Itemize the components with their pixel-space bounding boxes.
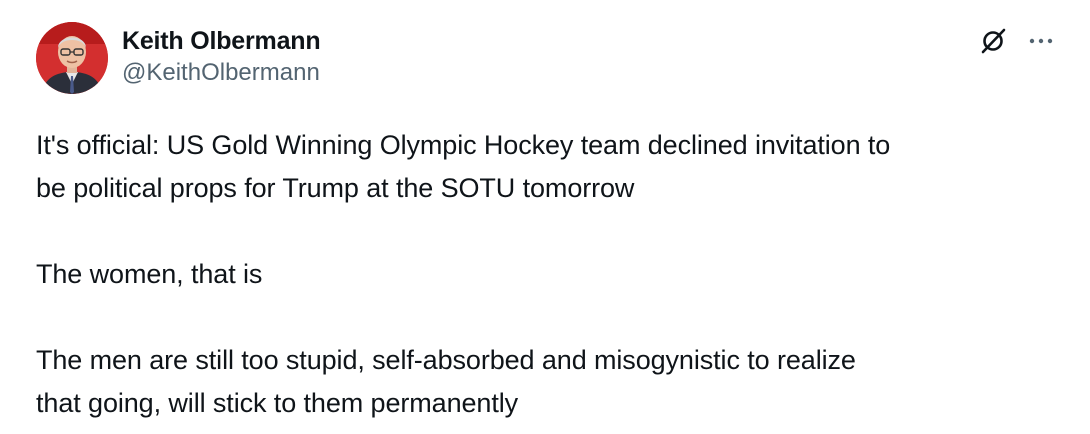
author-handle[interactable]: @KeithOlbermann (122, 58, 320, 88)
tweet-text: It's official: US Gold Winning Olympic H… (36, 124, 1054, 425)
tweet-paragraph-2: The women, that is (36, 259, 263, 289)
tweet-paragraph-3: The men are still too stupid, self-absor… (36, 345, 856, 418)
grok-icon[interactable] (978, 26, 1008, 56)
avatar-photo-icon (36, 22, 108, 94)
avatar[interactable] (36, 22, 108, 94)
tweet-header: Keith Olbermann @KeithOlbermann (36, 22, 1054, 100)
author-names: Keith Olbermann @KeithOlbermann (122, 22, 321, 88)
more-options-icon[interactable] (1026, 26, 1056, 56)
tweet-actions (978, 26, 1056, 56)
tweet-paragraph-1: It's official: US Gold Winning Olympic H… (36, 130, 891, 203)
author-display-name[interactable]: Keith Olbermann (122, 26, 321, 56)
tweet-card: Keith Olbermann @KeithOlbermann It's off… (0, 0, 1090, 434)
